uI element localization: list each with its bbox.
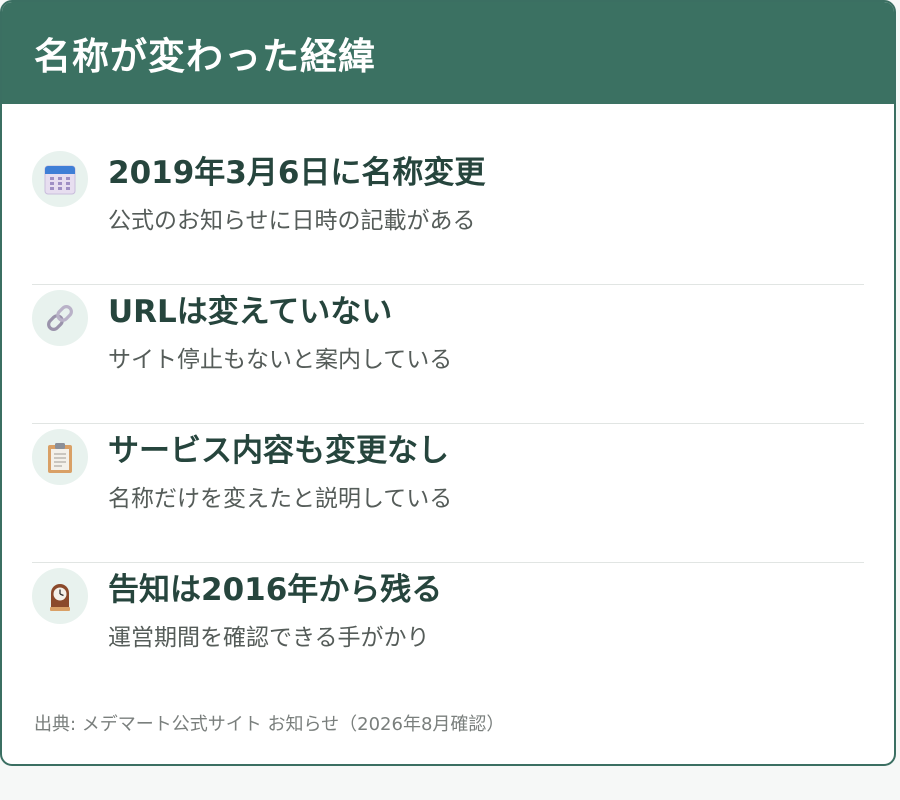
item-description: 公式のお知らせに日時の記載がある: [108, 208, 476, 234]
clock-icon: [32, 568, 88, 624]
link-icon: [32, 290, 88, 346]
item-title: URLは変えていない: [108, 294, 393, 330]
item-title: 告知は2016年から残る: [108, 572, 443, 608]
item-text: サービス内容も変更なし 名称だけを変えたと説明している: [108, 431, 452, 515]
info-card: 名称が変わった経緯 2019年3月6日に名称変更 公式のお知らせに日時の記載があ…: [0, 0, 896, 766]
calendar-icon: [32, 151, 88, 207]
item-text: URLは変えていない サイト停止もないと案内している: [108, 292, 452, 376]
item-description: 名称だけを変えたと説明している: [108, 486, 453, 512]
item-description: サイト停止もないと案内している: [108, 347, 453, 373]
card-header: 名称が変わった経緯: [2, 2, 894, 104]
item-text: 告知は2016年から残る 運営期間を確認できる手がかり: [108, 570, 442, 654]
list-item: 告知は2016年から残る 運営期間を確認できる手がかり: [32, 563, 864, 702]
item-title: 2019年3月6日に名称変更: [108, 155, 486, 191]
item-description: 運営期間を確認できる手がかり: [108, 625, 430, 651]
source-note: 出典: メデマート公式サイト お知らせ（2026年8月確認）: [34, 714, 505, 735]
list-item: 2019年3月6日に名称変更 公式のお知らせに日時の記載がある: [32, 146, 864, 285]
list-item: サービス内容も変更なし 名称だけを変えたと説明している: [32, 424, 864, 563]
clipboard-icon: [32, 429, 88, 485]
list-item: URLは変えていない サイト停止もないと案内している: [32, 285, 864, 424]
card-title: 名称が変わった経緯: [34, 35, 376, 78]
item-text: 2019年3月6日に名称変更 公式のお知らせに日時の記載がある: [108, 153, 485, 237]
item-list: 2019年3月6日に名称変更 公式のお知らせに日時の記載がある URLは変えてい…: [2, 104, 894, 702]
item-title: サービス内容も変更なし: [108, 433, 449, 469]
